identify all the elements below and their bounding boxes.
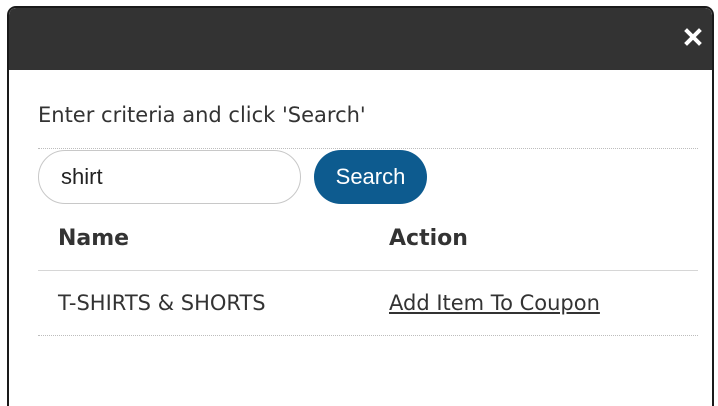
dialog-titlebar <box>9 8 712 70</box>
close-button[interactable] <box>682 26 704 48</box>
add-item-to-coupon-link[interactable]: Add Item To Coupon <box>389 291 600 315</box>
table-cell-name: T-SHIRTS & SHORTS <box>58 291 266 315</box>
search-instructions: Enter criteria and click 'Search' <box>38 103 366 127</box>
header-divider <box>38 270 698 271</box>
column-header-name: Name <box>58 226 130 251</box>
search-button[interactable]: Search <box>314 150 427 204</box>
row-divider <box>38 335 698 336</box>
divider <box>38 148 698 149</box>
column-header-action: Action <box>389 226 468 251</box>
search-input[interactable] <box>38 150 301 204</box>
search-dialog: Enter criteria and click 'Search' Search… <box>7 6 714 406</box>
close-icon <box>684 28 702 46</box>
